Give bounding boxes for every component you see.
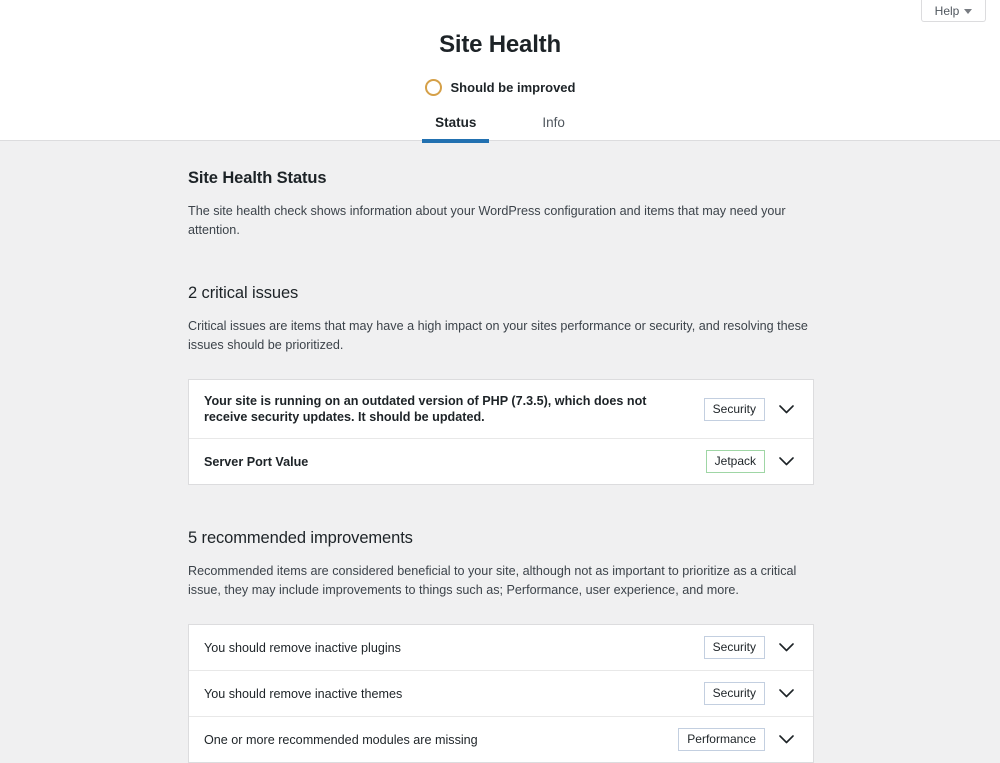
chevron-down-icon[interactable] xyxy=(773,643,799,652)
recommended-improvements-list: You should remove inactive plugins Secur… xyxy=(188,624,814,763)
status-badge: Performance xyxy=(678,728,765,751)
page-title: Site Health xyxy=(439,31,561,58)
critical-issues-heading: 2 critical issues xyxy=(188,284,299,302)
critical-issues-description: Critical issues are items that may have … xyxy=(188,319,808,352)
help-button-label: Help xyxy=(934,3,960,18)
list-item[interactable]: Server Port Value Jetpack xyxy=(189,438,813,484)
issue-title: You should remove inactive themes xyxy=(204,686,403,701)
site-health-status-description: The site health check shows information … xyxy=(188,204,786,237)
tab-info[interactable]: Info xyxy=(529,112,578,143)
status-ring-icon xyxy=(424,79,442,96)
status-badge: Security xyxy=(703,636,765,659)
help-button[interactable]: Help xyxy=(921,0,986,22)
status-label: Should be improved xyxy=(450,80,576,95)
status-badge: Security xyxy=(703,397,765,421)
issue-title: You should remove inactive plugins xyxy=(204,640,401,655)
list-item[interactable]: You should remove inactive themes Securi… xyxy=(189,670,813,716)
list-item[interactable]: You should remove inactive plugins Secur… xyxy=(189,625,813,670)
admin-top-strip: Help xyxy=(0,0,1000,22)
issue-title: Server Port Value xyxy=(204,454,309,469)
page-content: Site Health Status The site health check… xyxy=(0,141,1000,763)
status-badge: Security xyxy=(703,682,765,705)
list-item[interactable]: Your site is running on an outdated vers… xyxy=(189,380,813,438)
issue-title: One or more recommended modules are miss… xyxy=(204,732,478,747)
tab-status[interactable]: Status xyxy=(422,112,490,143)
critical-issues-list: Your site is running on an outdated vers… xyxy=(188,379,814,485)
tab-bar: Status Info xyxy=(0,112,1000,143)
caret-down-icon xyxy=(964,9,973,14)
chevron-down-icon[interactable] xyxy=(773,404,799,414)
site-health-status-heading: Site Health Status xyxy=(188,169,327,187)
list-item[interactable]: One or more recommended modules are miss… xyxy=(189,716,813,762)
issue-title: Your site is running on an outdated vers… xyxy=(204,394,647,424)
site-status-indicator: Should be improved xyxy=(0,79,1000,96)
chevron-down-icon[interactable] xyxy=(773,689,799,698)
recommended-improvements-heading: 5 recommended improvements xyxy=(188,529,413,547)
recommended-improvements-description: Recommended items are considered benefic… xyxy=(188,564,797,597)
chevron-down-icon[interactable] xyxy=(773,735,799,744)
status-badge: Jetpack xyxy=(705,450,765,473)
chevron-down-icon[interactable] xyxy=(773,457,799,466)
